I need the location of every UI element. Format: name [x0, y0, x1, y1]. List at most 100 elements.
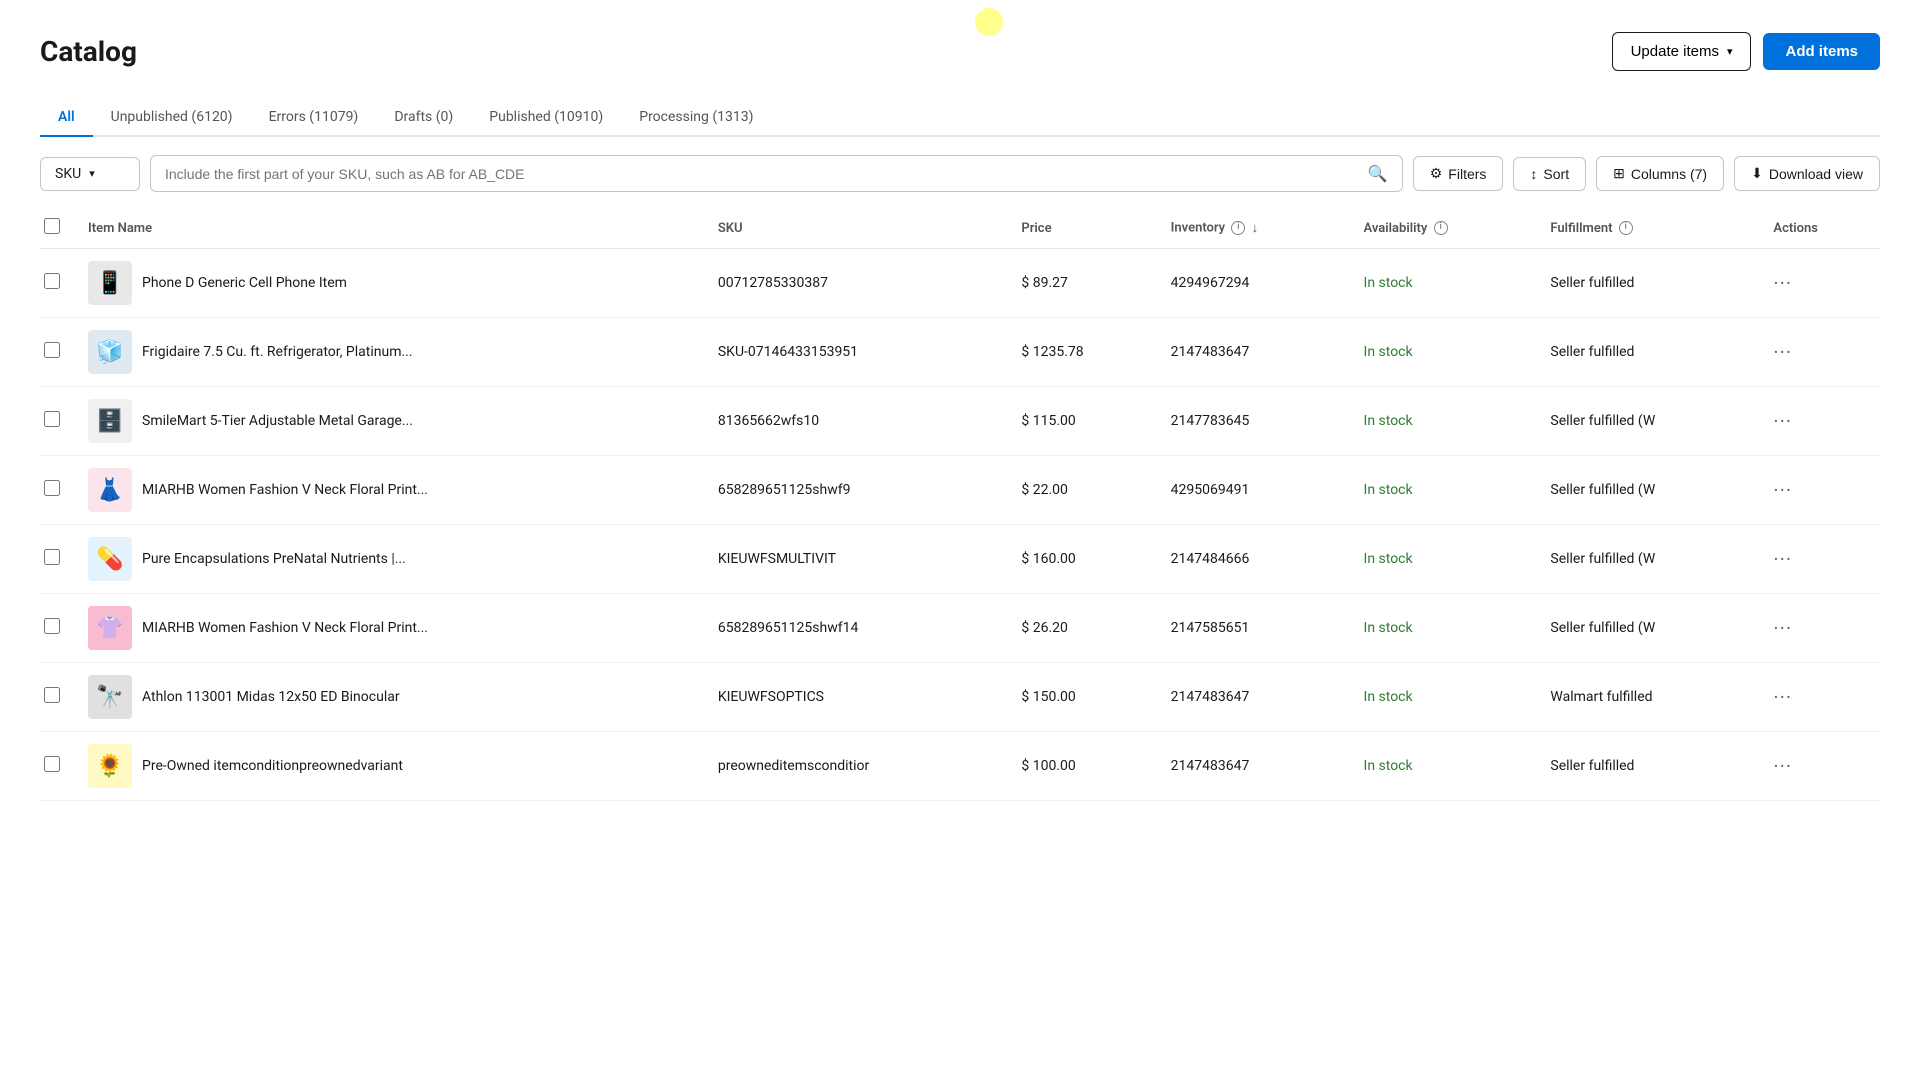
row-availability-cell: In stock — [1352, 594, 1539, 663]
sku-label: SKU — [55, 166, 81, 182]
row-actions-cell: ··· — [1761, 594, 1880, 663]
sku-dropdown[interactable]: SKU ▾ — [40, 157, 140, 191]
col-header-name: Item Name — [76, 208, 706, 249]
row-actions-menu-button[interactable]: ··· — [1773, 685, 1792, 709]
download-button[interactable]: ⬇ Download view — [1734, 156, 1880, 191]
row-inventory-cell: 4295069491 — [1159, 456, 1352, 525]
download-icon: ⬇ — [1751, 165, 1763, 182]
add-items-label: Add items — [1785, 43, 1858, 60]
row-name-cell: 📱 Phone D Generic Cell Phone Item — [76, 249, 706, 318]
row-price-cell: $ 115.00 — [1009, 387, 1158, 456]
row-checkbox[interactable] — [44, 411, 60, 427]
item-availability: In stock — [1364, 689, 1413, 705]
row-name-cell: 💊 Pure Encapsulations PreNatal Nutrients… — [76, 525, 706, 594]
row-checkbox[interactable] — [44, 342, 60, 358]
item-fulfillment: Seller fulfilled (W — [1550, 482, 1655, 498]
row-availability-cell: In stock — [1352, 456, 1539, 525]
row-availability-cell: In stock — [1352, 732, 1539, 801]
search-box[interactable]: 🔍 — [150, 155, 1403, 192]
col-header-sku: SKU — [706, 208, 1010, 249]
row-actions-menu-button[interactable]: ··· — [1773, 271, 1792, 295]
page-title: Catalog — [40, 35, 137, 68]
row-checkbox[interactable] — [44, 756, 60, 772]
row-fulfillment-cell: Seller fulfilled (W — [1538, 594, 1761, 663]
row-checkbox[interactable] — [44, 687, 60, 703]
row-actions-menu-button[interactable]: ··· — [1773, 478, 1792, 502]
row-inventory-cell: 4294967294 — [1159, 249, 1352, 318]
columns-button[interactable]: ⊞ Columns (7) — [1596, 156, 1724, 191]
row-actions-cell: ··· — [1761, 387, 1880, 456]
row-sku-cell: preowneditemsconditior — [706, 732, 1010, 801]
row-fulfillment-cell: Seller fulfilled — [1538, 249, 1761, 318]
row-checkbox-cell — [40, 249, 76, 318]
tab-drafts[interactable]: Drafts (0) — [376, 99, 471, 137]
row-checkbox[interactable] — [44, 549, 60, 565]
item-sku: 00712785330387 — [718, 275, 828, 291]
sort-icon: ↕ — [1530, 166, 1537, 182]
update-items-button[interactable]: Update items ▾ — [1612, 32, 1752, 71]
select-all-checkbox[interactable] — [44, 218, 60, 234]
item-inventory: 2147783645 — [1171, 413, 1250, 429]
row-price-cell: $ 26.20 — [1009, 594, 1158, 663]
item-inventory: 2147483647 — [1171, 758, 1250, 774]
row-fulfillment-cell: Seller fulfilled — [1538, 732, 1761, 801]
row-actions-cell: ··· — [1761, 249, 1880, 318]
table-row: 👗 MIARHB Women Fashion V Neck Floral Pri… — [40, 456, 1880, 525]
col-header-fulfillment: Fulfillment i — [1538, 208, 1761, 249]
search-input[interactable] — [165, 166, 1360, 182]
row-actions-cell: ··· — [1761, 318, 1880, 387]
row-actions-menu-button[interactable]: ··· — [1773, 340, 1792, 364]
item-inventory: 2147585651 — [1171, 620, 1250, 636]
tabs-row: All Unpublished (6120) Errors (11079) Dr… — [40, 99, 1880, 137]
row-availability-cell: In stock — [1352, 387, 1539, 456]
item-thumbnail: 🗄️ — [88, 399, 132, 443]
item-price: $ 115.00 — [1021, 413, 1075, 429]
row-checkbox-cell — [40, 525, 76, 594]
item-name: SmileMart 5-Tier Adjustable Metal Garage… — [142, 413, 413, 429]
row-sku-cell: 00712785330387 — [706, 249, 1010, 318]
table-row: 🗄️ SmileMart 5-Tier Adjustable Metal Gar… — [40, 387, 1880, 456]
row-checkbox[interactable] — [44, 273, 60, 289]
tab-unpublished[interactable]: Unpublished (6120) — [93, 99, 251, 137]
inventory-sort-icon[interactable]: ↓ — [1252, 220, 1259, 236]
row-actions-menu-button[interactable]: ··· — [1773, 547, 1792, 571]
item-name: Athlon 113001 Midas 12x50 ED Binocular — [142, 689, 400, 705]
row-sku-cell: 658289651125shwf9 — [706, 456, 1010, 525]
item-price: $ 89.27 — [1021, 275, 1068, 291]
tab-errors[interactable]: Errors (11079) — [251, 99, 377, 137]
inventory-info-icon[interactable]: i — [1231, 221, 1245, 235]
row-name-cell: 🧊 Frigidaire 7.5 Cu. ft. Refrigerator, P… — [76, 318, 706, 387]
fulfillment-info-icon[interactable]: i — [1619, 221, 1633, 235]
table-row: 📱 Phone D Generic Cell Phone Item 007127… — [40, 249, 1880, 318]
add-items-button[interactable]: Add items — [1763, 33, 1880, 70]
sort-button[interactable]: ↕ Sort — [1513, 157, 1586, 191]
item-availability: In stock — [1364, 275, 1413, 291]
item-price: $ 26.20 — [1021, 620, 1068, 636]
availability-info-icon[interactable]: i — [1434, 221, 1448, 235]
row-checkbox[interactable] — [44, 480, 60, 496]
tab-published[interactable]: Published (10910) — [471, 99, 621, 137]
item-sku: 658289651125shwf14 — [718, 620, 858, 636]
row-checkbox[interactable] — [44, 618, 60, 634]
item-price: $ 160.00 — [1021, 551, 1075, 567]
row-checkbox-cell — [40, 387, 76, 456]
item-thumbnail: 👚 — [88, 606, 132, 650]
row-actions-menu-button[interactable]: ··· — [1773, 754, 1792, 778]
select-all-header — [40, 208, 76, 249]
columns-label: Columns (7) — [1631, 166, 1707, 182]
row-actions-menu-button[interactable]: ··· — [1773, 409, 1792, 433]
sort-label: Sort — [1543, 166, 1569, 182]
table-row: 💊 Pure Encapsulations PreNatal Nutrients… — [40, 525, 1880, 594]
item-availability: In stock — [1364, 344, 1413, 360]
item-availability: In stock — [1364, 758, 1413, 774]
tab-processing[interactable]: Processing (1313) — [621, 99, 771, 137]
filters-button[interactable]: ⚙ Filters — [1413, 156, 1504, 191]
item-sku: preowneditemsconditior — [718, 758, 869, 774]
row-checkbox-cell — [40, 456, 76, 525]
table-row: 🌻 Pre-Owned itemconditionpreownedvariant… — [40, 732, 1880, 801]
item-sku: 81365662wfs10 — [718, 413, 819, 429]
tab-all[interactable]: All — [40, 99, 93, 137]
row-actions-menu-button[interactable]: ··· — [1773, 616, 1792, 640]
item-inventory: 2147483647 — [1171, 344, 1250, 360]
filters-icon: ⚙ — [1430, 165, 1443, 182]
